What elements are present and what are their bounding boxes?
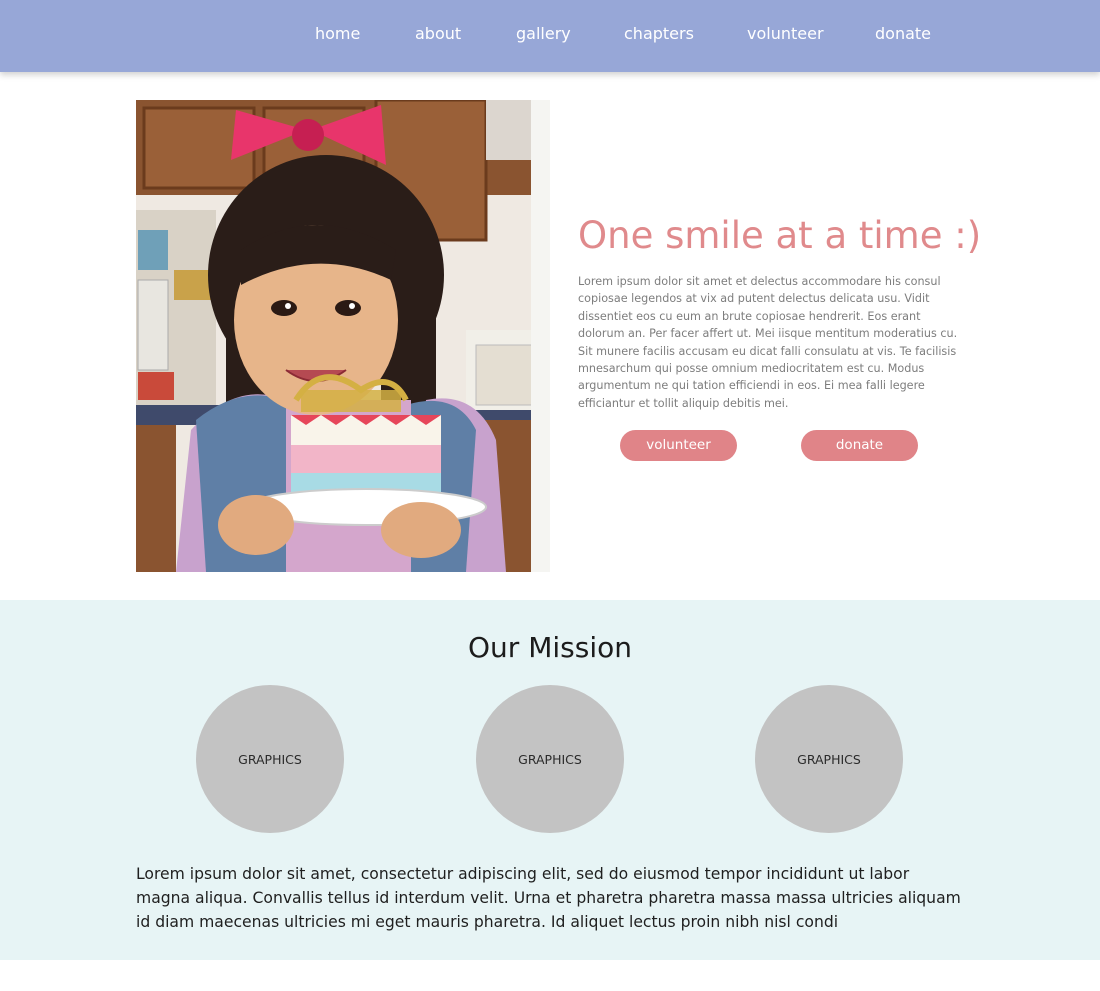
nav-home-link[interactable]: home bbox=[315, 24, 360, 44]
volunteer-button[interactable]: volunteer bbox=[620, 430, 737, 461]
graphic-label: GRAPHICS bbox=[238, 751, 302, 767]
graphic-label: GRAPHICS bbox=[518, 751, 582, 767]
donate-button[interactable]: donate bbox=[801, 430, 918, 461]
graphic-label: GRAPHICS bbox=[797, 751, 861, 767]
nav-volunteer-link[interactable]: volunteer bbox=[747, 24, 824, 44]
top-navbar: home about gallery chapters volunteer do… bbox=[0, 0, 1100, 72]
nav-gallery-link[interactable]: gallery bbox=[516, 24, 571, 44]
hero-title: One smile at a time :) bbox=[578, 214, 982, 257]
hero-body-text: Lorem ipsum dolor sit amet et delectus a… bbox=[578, 275, 958, 410]
mission-graphic-placeholder: GRAPHICS bbox=[755, 685, 903, 833]
birthday-girl-photo-icon bbox=[136, 100, 550, 572]
mission-title: Our Mission bbox=[468, 631, 632, 664]
nav-about-link[interactable]: about bbox=[415, 24, 461, 44]
hero-photo bbox=[136, 100, 550, 572]
mission-graphic-placeholder: GRAPHICS bbox=[476, 685, 624, 833]
nav-donate-link[interactable]: donate bbox=[875, 24, 931, 44]
nav-chapters-link[interactable]: chapters bbox=[624, 24, 694, 44]
mission-body-text: Lorem ipsum dolor sit amet, consectetur … bbox=[136, 865, 961, 931]
mission-section: Our Mission GRAPHICS GRAPHICS GRAPHICS L… bbox=[0, 600, 1100, 960]
mission-graphic-placeholder: GRAPHICS bbox=[196, 685, 344, 833]
